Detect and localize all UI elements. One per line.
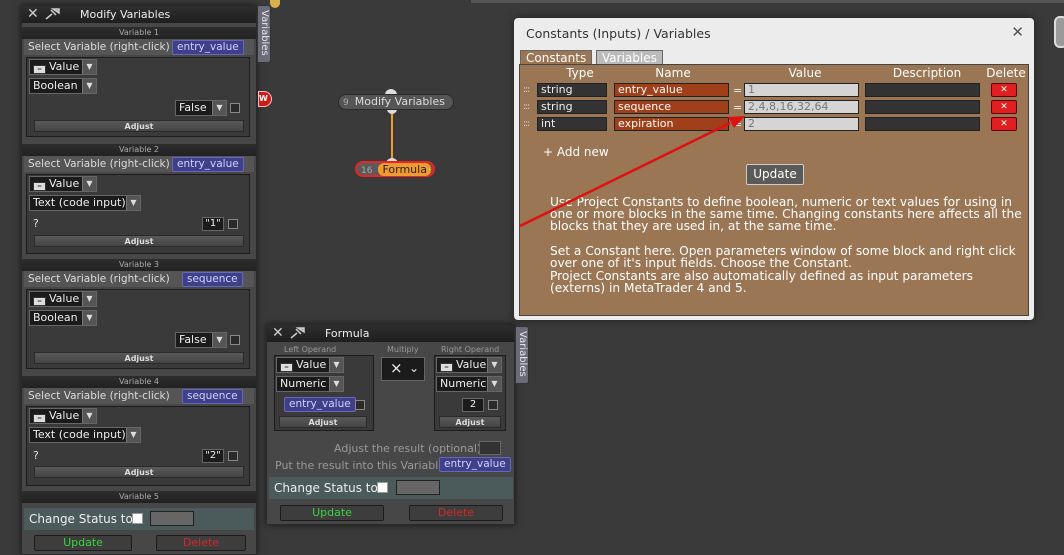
- annotation-arrow: [519, 116, 745, 228]
- annotation-arrow-head: [728, 116, 745, 128]
- annotation-arrow-line: [519, 121, 731, 228]
